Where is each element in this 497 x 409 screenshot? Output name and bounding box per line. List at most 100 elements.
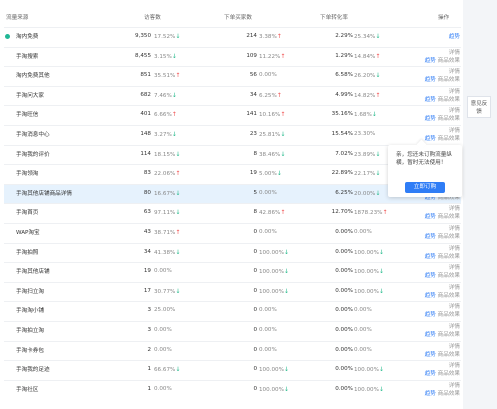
change-percent: 1.68%	[354, 112, 372, 119]
detail-link[interactable]: 详情	[449, 344, 460, 350]
change-percent: 5.00%	[259, 171, 277, 178]
trend-up-icon: ↑	[175, 170, 181, 178]
metric-change: 38.71%↑	[154, 229, 180, 237]
product-effect-link[interactable]: 商品效果	[438, 77, 460, 83]
metric-value: 19	[143, 268, 151, 275]
detail-link[interactable]: 详情	[449, 383, 460, 389]
product-effect-link[interactable]: 商品效果	[438, 273, 460, 279]
metric-change: 11.22%↑	[259, 53, 285, 61]
header-source: 流量来源	[6, 15, 29, 21]
product-effect-link[interactable]: 商品效果	[438, 97, 460, 103]
product-effect-link[interactable]: 商品效果	[438, 136, 460, 142]
detail-link[interactable]: 详情	[449, 50, 460, 56]
source-name: 手淘扫立淘	[16, 288, 44, 295]
metric-change: 100.00%↓	[259, 288, 289, 296]
change-percent: 100.00%	[354, 249, 379, 256]
detail-link[interactable]: 详情	[449, 206, 460, 212]
metric-value: 0.00%	[335, 385, 353, 392]
trend-link[interactable]: 趋势	[425, 97, 436, 103]
trend-link[interactable]: 趋势	[425, 293, 436, 299]
feedback-tab[interactable]: 意见反馈	[467, 96, 491, 118]
metric-change: 14.84%↑	[354, 53, 380, 61]
change-percent: 100.00%	[259, 367, 284, 374]
detail-link[interactable]: 详情	[449, 246, 460, 252]
change-percent: 100.00%	[259, 288, 284, 295]
traffic-source-table: 流量来源 访客数 下单买家数 下单转化率 操作 淘内免费 9,350 17.52%↓…	[4, 10, 461, 399]
product-effect-link[interactable]: 商品效果	[438, 214, 460, 220]
trend-down-icon: ↓	[175, 150, 181, 158]
trend-link[interactable]: 趋势	[425, 273, 436, 279]
row-ops: 详情趋势 商品效果	[414, 49, 460, 65]
detail-link[interactable]: 详情	[449, 226, 460, 232]
metric-change: 22.17%↓	[354, 170, 380, 178]
metric-value: 34	[143, 248, 151, 255]
trend-down-icon: ↓	[283, 366, 289, 374]
product-effect-link[interactable]: 商品效果	[438, 58, 460, 64]
change-percent: 10.16%	[259, 112, 281, 119]
metric-change: 14.82%↑	[354, 92, 380, 100]
trend-link[interactable]: 趋势	[425, 391, 436, 397]
table-row: 手淘问大家 682 7.46%↓ 34 6.25%↑ 4.99% 14.82%↑ 详情 趋势 商…	[4, 85, 461, 106]
trend-link[interactable]: 趋势	[425, 371, 436, 377]
metric-change: 100.00%↓	[354, 268, 384, 276]
metric-change: 1.68%↓	[354, 111, 377, 119]
change-percent: 6.25%	[259, 92, 277, 99]
product-effect-link[interactable]: 商品效果	[438, 332, 460, 338]
trend-down-icon: ↓	[378, 287, 384, 295]
row-ops: 详情趋势 商品效果	[414, 343, 460, 359]
detail-link[interactable]: 详情	[449, 265, 460, 271]
trend-link[interactable]: 趋势	[425, 332, 436, 338]
subscribe-button[interactable]: 立即订购	[405, 182, 445, 193]
trend-down-icon: ↓	[175, 366, 181, 374]
product-effect-link[interactable]: 商品效果	[438, 391, 460, 397]
product-effect-link[interactable]: 商品效果	[438, 312, 460, 318]
detail-link[interactable]: 详情	[449, 285, 460, 291]
change-percent: 0.00%	[259, 72, 277, 79]
trend-link[interactable]: 趋势	[425, 214, 436, 220]
detail-link[interactable]: 详情	[449, 69, 460, 75]
metric-value: 0.00%	[335, 268, 353, 275]
metric-change: 0.00%	[154, 327, 172, 334]
metric-value: 0.00%	[335, 307, 353, 314]
change-percent: 30.77%	[154, 288, 176, 295]
trend-link[interactable]: 趋势	[425, 136, 436, 142]
product-effect-link[interactable]: 商品效果	[438, 293, 460, 299]
product-effect-link[interactable]: 商品效果	[438, 352, 460, 358]
change-percent: 0.00%	[259, 326, 277, 333]
trend-link[interactable]: 趋势	[425, 77, 436, 83]
trend-link[interactable]: 趋势	[425, 352, 436, 358]
detail-link[interactable]: 详情	[449, 128, 460, 134]
product-effect-link[interactable]: 商品效果	[438, 371, 460, 377]
product-effect-link[interactable]: 商品效果	[438, 254, 460, 260]
detail-link[interactable]: 详情	[449, 363, 460, 369]
trend-down-icon: ↓	[378, 248, 384, 256]
metric-change: 100.00%↓	[259, 249, 289, 257]
trend-link[interactable]: 趋势	[425, 312, 436, 318]
header-conversion: 下单转化率	[320, 15, 348, 21]
detail-link[interactable]: 详情	[449, 89, 460, 95]
metric-value: 109	[246, 52, 257, 59]
change-percent: 3.27%	[154, 131, 172, 138]
trend-link[interactable]: 趋势	[449, 34, 460, 40]
metric-value: 80	[143, 189, 151, 196]
detail-link[interactable]: 详情	[449, 324, 460, 330]
source-name: 手淘其他店铺	[16, 269, 50, 276]
table-row: 手淘旺信 401 6.66%↑ 141 10.16%↑ 35.16% 1.68%↓ 详情 趋势 …	[4, 105, 461, 125]
trend-link[interactable]: 趋势	[425, 58, 436, 64]
metric-change: 0.00%	[259, 327, 277, 334]
trend-link[interactable]: 趋势	[425, 234, 436, 240]
product-effect-link[interactable]: 商品效果	[438, 116, 460, 122]
trend-link[interactable]: 趋势	[425, 116, 436, 122]
detail-link[interactable]: 详情	[449, 108, 460, 114]
metric-value: 4.99%	[335, 91, 353, 98]
trend-link[interactable]: 趋势	[425, 254, 436, 260]
metric-change: 0.00%	[154, 347, 172, 354]
metric-value: 0	[253, 346, 257, 353]
trend-down-icon: ↓	[171, 130, 177, 138]
change-percent: 14.84%	[354, 53, 376, 60]
row-ops: 详情趋势 商品效果	[414, 362, 460, 378]
metric-change: 0.00%	[259, 72, 277, 79]
detail-link[interactable]: 详情	[449, 304, 460, 310]
metric-change: 23.89%↓	[354, 151, 380, 159]
product-effect-link[interactable]: 商品效果	[438, 234, 460, 240]
